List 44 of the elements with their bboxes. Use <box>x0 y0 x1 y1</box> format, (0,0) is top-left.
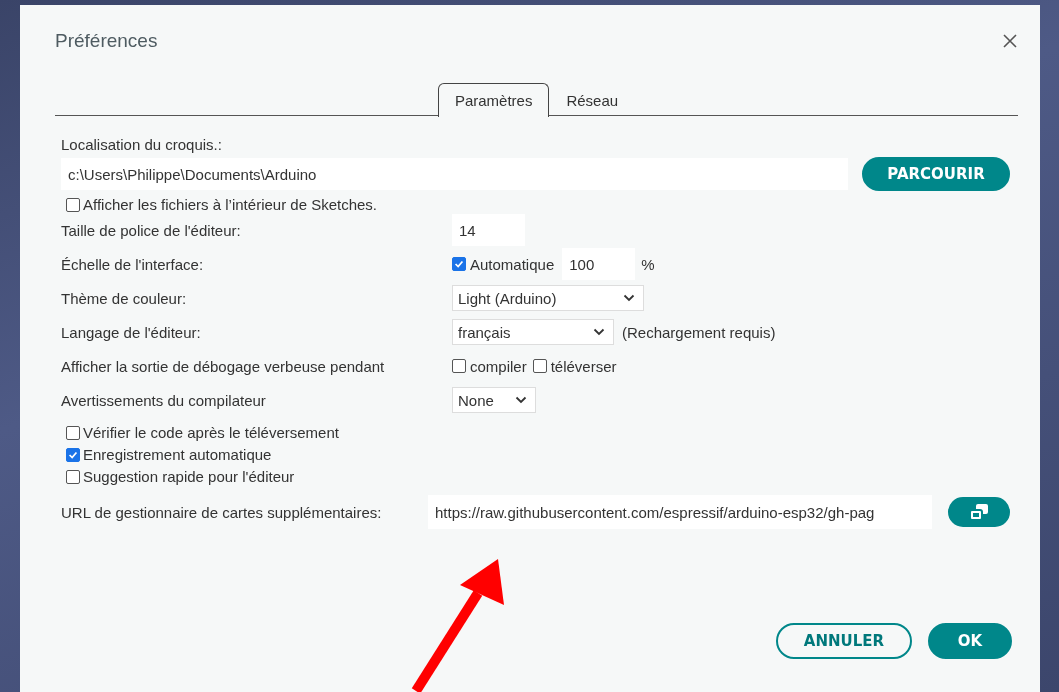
open-window-button[interactable] <box>948 497 1010 527</box>
dropdown[interactable]: français <box>452 319 614 345</box>
check-icon <box>453 258 465 270</box>
dropdown[interactable]: Light (Arduino) <box>452 285 644 311</box>
windows-icon <box>968 503 990 521</box>
tab[interactable]: Paramètres <box>437 82 550 117</box>
checkbox-label: téléverser <box>550 357 617 375</box>
caret-icon <box>623 294 635 302</box>
sketchbook-path-field[interactable]: c:\Users\Philippe\Documents\Arduino <box>61 158 848 190</box>
browse-button[interactable]: PARCOURIR <box>862 157 1010 191</box>
checkbox-label: Vérifier le code après le téléversement <box>83 424 339 441</box>
setting-label: Échelle de l'interface: <box>61 255 205 273</box>
setting-label: Afficher la sortie de débogage verbeuse pendant <box>61 357 386 375</box>
note-text: (Rechargement requis) <box>622 323 776 341</box>
dropdown[interactable]: None <box>452 387 536 413</box>
checkbox-label: Afficher les fichiers à l’intérieur de Sketches. <box>83 196 378 213</box>
checkbox-label: compiler <box>470 357 527 375</box>
checkbox[interactable] <box>66 447 80 462</box>
tab[interactable]: Réseau <box>549 82 636 117</box>
setting-label: URL de gestionnaire de cartes supplémentaires: <box>61 503 383 521</box>
setting-label: Taille de police de l'éditeur: <box>61 221 242 239</box>
setting-label: Thème de couleur: <box>61 289 188 307</box>
board-url-field[interactable]: https://raw.githubusercontent.com/espressif/arduino-esp32/gh-pag <box>428 495 932 529</box>
checkbox[interactable] <box>452 359 466 373</box>
checkbox[interactable] <box>452 257 466 271</box>
caret-icon <box>515 396 527 404</box>
close-icon[interactable] <box>1002 33 1018 49</box>
ok-button[interactable]: OK <box>928 623 1012 659</box>
window-title: Préférences <box>55 30 158 52</box>
checkbox-label: Automatique <box>470 255 555 273</box>
checkbox-label: Suggestion rapide pour l'éditeur <box>83 468 295 485</box>
unit-label: % <box>641 255 655 273</box>
scale-field[interactable]: 100 <box>562 248 636 280</box>
setting-label: Avertissements du compilateur <box>61 391 267 409</box>
checkbox[interactable] <box>532 359 547 373</box>
cancel-button[interactable]: ANNULER <box>776 623 912 659</box>
font-size-field[interactable]: 14 <box>452 214 525 246</box>
caret-icon <box>593 328 605 336</box>
checkbox[interactable] <box>66 425 80 440</box>
checkbox[interactable] <box>66 469 80 484</box>
field-label: Localisation du croquis.: <box>61 136 223 153</box>
checkbox-label: Enregistrement automatique <box>83 446 272 463</box>
setting-label: Langage de l'éditeur: <box>61 323 202 341</box>
checkbox[interactable] <box>66 197 80 212</box>
